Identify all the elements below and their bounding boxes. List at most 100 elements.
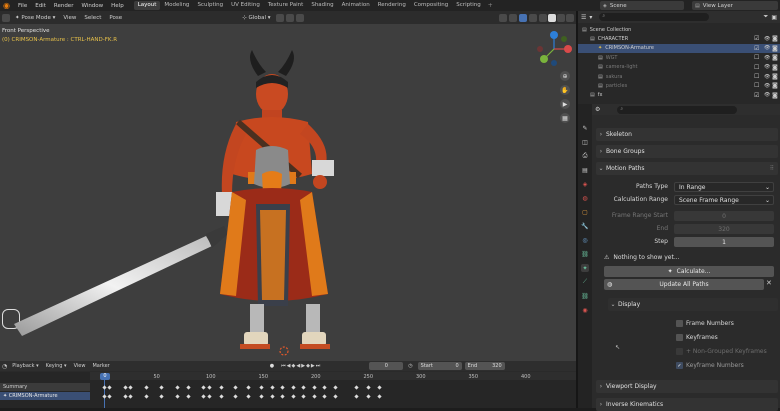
outliner-row[interactable]: ▤ sakura ☐ 👁 ◙ [578,72,780,81]
timeline-editor-icon[interactable]: ◔ [2,363,7,370]
eye-icon[interactable]: 👁 [764,45,770,51]
render-camera-icon[interactable]: ◙ [772,35,778,42]
frame-ruler[interactable] [90,372,576,380]
add-workspace-icon[interactable]: + [485,2,496,9]
prev-key-icon[interactable]: ◀◆ [287,363,297,369]
solid-shading-icon[interactable] [548,13,556,22]
exclude-checkbox[interactable]: ☐ [754,54,759,61]
workspace-tab-modeling[interactable]: Modeling [160,1,193,10]
proportional-edit-icon[interactable] [295,13,304,22]
step-field[interactable]: 1 [674,237,774,247]
rendered-shading-icon[interactable] [566,13,574,22]
outliner-row[interactable]: ▤ CHARACTER ☑ 👁 ◙ [578,34,780,43]
bone-tab-icon[interactable]: ⟋ [581,278,589,286]
snap-icon[interactable] [285,13,294,22]
pivot-icon[interactable] [275,13,284,22]
workspace-tab-shading[interactable]: Shading [307,1,337,10]
3d-viewport[interactable]: ✦ Pose Mode ▾ View Select Pose ⊹ Global … [0,11,576,361]
render-camera-icon[interactable]: ◙ [772,64,778,71]
skeleton-panel-header[interactable]: › Skeleton [596,128,778,141]
object-data-tab-icon[interactable]: ◉ [581,306,589,314]
area-divider[interactable] [576,11,578,408]
viewport-menu-view[interactable]: View [60,15,79,21]
outliner-row[interactable]: ▤ fx ☑ 👁 ◙ [578,91,780,100]
workspace-tab-scripting[interactable]: Scripting [452,1,484,10]
render-camera-icon[interactable]: ◙ [772,82,778,89]
scene-tab-icon[interactable]: ◈ [581,180,589,188]
paths-type-dropdown[interactable]: In Range ⌄ [674,182,774,192]
exclude-checkbox[interactable]: ☐ [754,82,759,89]
exclude-checkbox[interactable]: ☑ [754,35,759,42]
new-collection-icon[interactable]: ▣ [771,14,777,21]
render-camera-icon[interactable]: ◙ [772,92,778,99]
eye-icon[interactable]: 👁 [764,92,770,98]
frame-numbers-checkbox[interactable] [676,320,683,327]
properties-editor[interactable]: ⚙ ⌕ ✎ ◫ ⎙ ▤ ◈ ◍ ▢ 🔧 ◎ ⛓ ✦ ⟋ ⛓ ◉ › Skeleto… [578,104,780,411]
properties-search-input[interactable]: ⌕ [617,105,738,114]
viewport-menu-pose[interactable]: Pose [106,15,125,21]
next-key-icon[interactable]: ◆▶ [306,363,316,369]
workspace-tab-texture-paint[interactable]: Texture Paint [264,1,308,10]
workspace-tab-layout[interactable]: Layout [133,1,161,10]
exclude-checkbox[interactable]: ☐ [754,64,759,71]
blender-logo-icon[interactable]: ◉ [2,1,11,10]
viewport-menu-select[interactable]: Select [81,15,104,21]
motion-paths-panel-header[interactable]: ⌄ Motion Paths ⠿ [596,162,778,175]
timeline-menu-playback[interactable]: Playback ▾ [10,363,40,369]
timeline-menu-view[interactable]: View [72,363,88,369]
render-camera-icon[interactable]: ◙ [772,73,778,80]
editor-type-icon[interactable] [2,13,10,22]
workspace-tab-animation[interactable]: Animation [338,1,374,10]
display-subpanel-header[interactable]: ⌄ Display [608,298,778,311]
eye-icon[interactable]: 👁 [764,55,770,61]
keyframes-checkbox[interactable] [676,334,683,341]
render-camera-icon[interactable]: ◙ [772,45,778,52]
timeline-menu-marker[interactable]: Marker [90,363,111,369]
bone-groups-panel-header[interactable]: › Bone Groups [596,145,778,158]
inverse-kinematics-panel-header[interactable]: › Inverse Kinematics [596,398,778,411]
view-layer-tab-icon[interactable]: ▤ [581,166,589,174]
tool-tab-icon[interactable]: ✎ [581,124,589,132]
overlays-icon[interactable] [519,13,527,22]
start-frame-field[interactable]: Start 0 [417,362,462,370]
properties-editor-icon[interactable]: ⚙ [595,106,600,113]
modifier-tab-icon[interactable]: 🔧 [581,222,589,230]
object-tab-icon[interactable]: ▢ [581,208,589,216]
armature-data-tab-icon[interactable]: ✦ [581,264,589,272]
transform-orientation-dropdown[interactable]: ⊹ Global ▾ [239,15,273,21]
workspace-tab-sculpting[interactable]: Sculpting [193,1,227,10]
jump-end-icon[interactable]: ⏭ [316,363,322,369]
outliner-row[interactable]: ▤ particles ☐ 👁 ◙ [578,81,780,90]
timeline-menu-keying[interactable]: Keying ▾ [44,363,69,369]
viewport-display-panel-header[interactable]: › Viewport Display [596,380,778,393]
mode-selector[interactable]: ✦ Pose Mode ▾ [12,15,58,21]
menu-help[interactable]: Help [107,3,128,9]
exclude-checkbox[interactable]: ☑ [754,45,759,52]
stopwatch-icon[interactable]: ◷ [406,363,414,369]
update-all-paths-button[interactable]: ◍ Update All Paths [604,279,764,290]
clear-paths-icon[interactable]: ✕ [766,279,772,287]
outliner-search-input[interactable]: ⌕ [599,13,710,21]
eye-icon[interactable]: 👁 [764,74,770,80]
summary-row[interactable]: Summary [0,383,90,391]
outliner-row[interactable]: ✦ CRIMSON-Armature ☑ 👁 ◙ [578,43,780,53]
scene-selector[interactable]: ◈ Scene [600,1,684,10]
material-shading-icon[interactable] [557,13,565,22]
outliner-row[interactable]: ▤ WGT ☐ 👁 ◙ [578,53,780,62]
world-tab-icon[interactable]: ◍ [581,194,589,202]
constraints-tab-icon[interactable]: ⛓ [581,250,589,258]
display-mode-icon[interactable]: ▾ [589,14,592,21]
outliner-row[interactable]: ▤ camera-light ☐ 👁 ◙ [578,63,780,72]
armature-row[interactable]: ✦ CRIMSON-Armature [0,392,90,400]
output-tab-icon[interactable]: ⎙ [581,152,589,160]
wireframe-shading-icon[interactable] [539,13,547,22]
calculate-button[interactable]: ✦ Calculate... [604,266,774,277]
render-tab-icon[interactable]: ◫ [581,138,589,146]
exclude-checkbox[interactable]: ☐ [754,73,759,80]
workspace-tab-uv-editing[interactable]: UV Editing [227,1,264,10]
calculation-range-dropdown[interactable]: Scene Frame Range ⌄ [674,195,774,205]
outliner-editor[interactable]: ☰ ▾ ⌕ ⏷ ▣ ▤ Scene Collection ▤ CHARACTER ☑ 👁 ◙… [578,11,780,104]
menu-window[interactable]: Window [77,3,107,9]
filter-icon[interactable]: ⏷ [764,13,769,21]
gizmo-toggle-icon[interactable] [509,13,517,22]
